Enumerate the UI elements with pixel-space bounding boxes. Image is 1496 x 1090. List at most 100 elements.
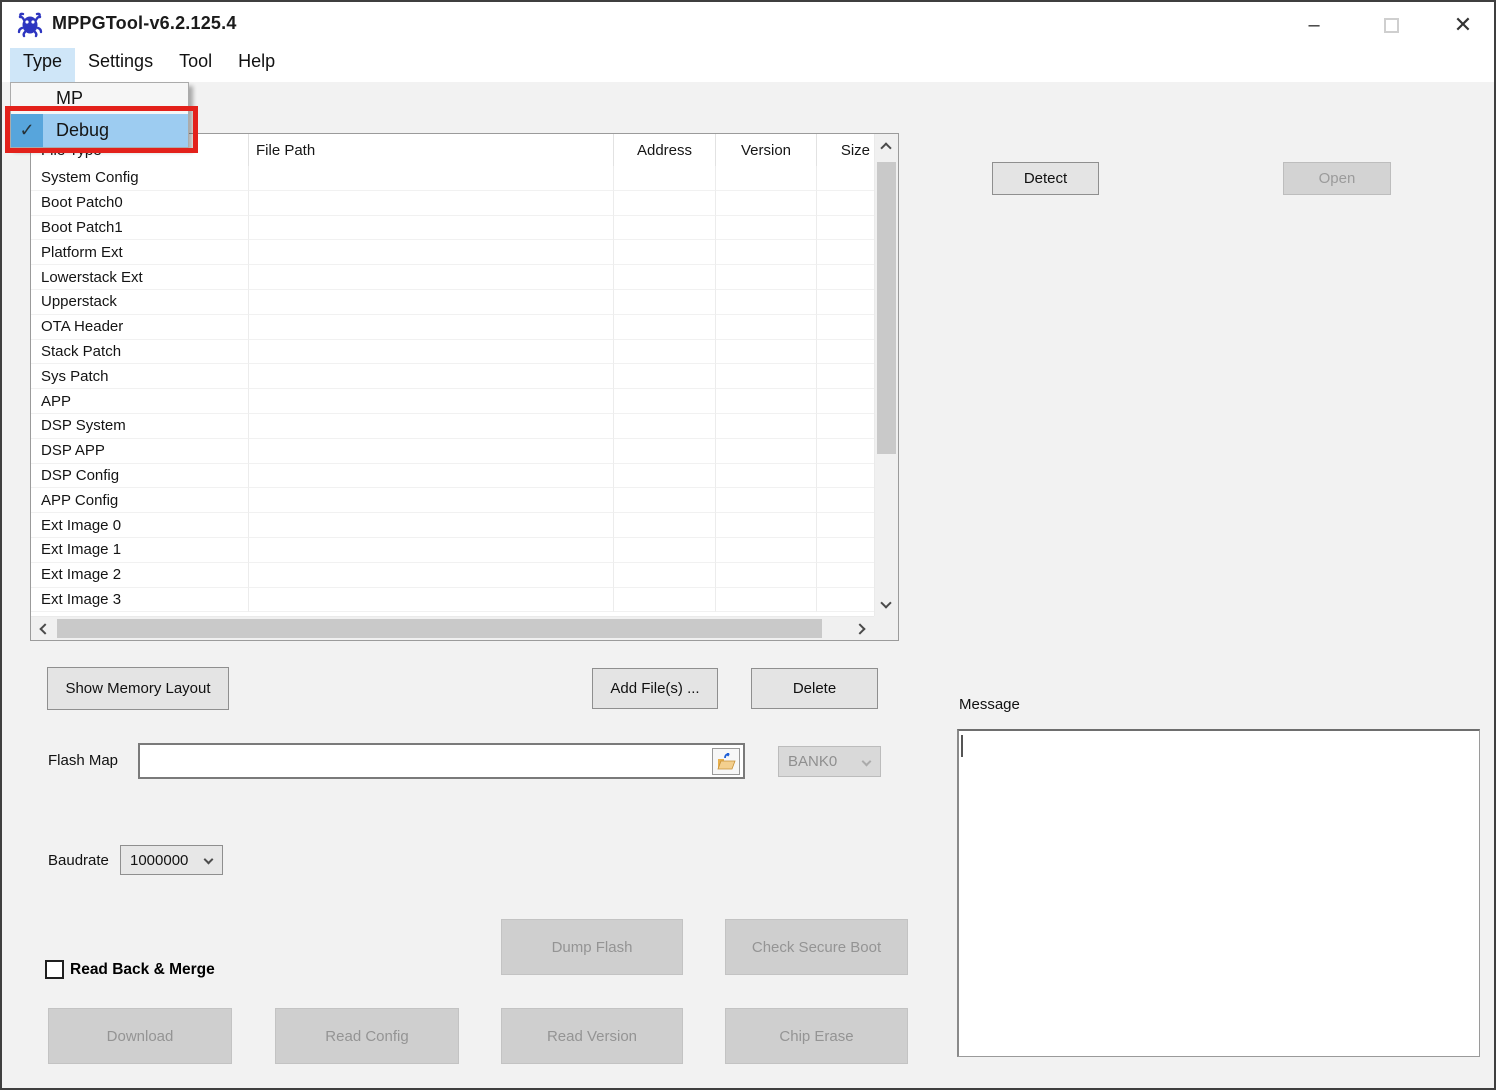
empty-cell: [716, 265, 817, 290]
menu-item-mp[interactable]: MP: [11, 83, 188, 114]
file-type-cell: APP Config: [31, 488, 249, 513]
empty-cell: [716, 290, 817, 315]
table-row[interactable]: DSP Config: [31, 464, 874, 489]
table-row[interactable]: APP: [31, 389, 874, 414]
table-row[interactable]: Ext Image 3: [31, 588, 874, 613]
table-row[interactable]: Ext Image 0: [31, 513, 874, 538]
column-header: File Path: [249, 134, 614, 166]
empty-cell: [614, 191, 716, 216]
empty-cell: [716, 240, 817, 265]
file-type-cell: Ext Image 0: [31, 513, 249, 538]
empty-cell: [249, 439, 614, 464]
baudrate-label: Baudrate: [48, 852, 109, 869]
empty-cell: [249, 488, 614, 513]
scroll-down-icon[interactable]: [874, 592, 898, 616]
horizontal-scroll-thumb[interactable]: [57, 619, 822, 638]
vertical-scrollbar[interactable]: [874, 134, 898, 616]
chevron-down-icon: [204, 855, 214, 865]
empty-cell: [614, 364, 716, 389]
message-textarea[interactable]: [957, 729, 1480, 1057]
file-table: File TypeFile PathAddressVersionSize Sys…: [30, 133, 899, 641]
empty-cell: [614, 389, 716, 414]
table-row[interactable]: DSP APP: [31, 439, 874, 464]
baudrate-select[interactable]: 1000000: [120, 845, 223, 875]
delete-button[interactable]: Delete: [751, 668, 878, 709]
minimize-icon[interactable]: –: [1299, 10, 1329, 40]
file-type-cell: Sys Patch: [31, 364, 249, 389]
table-row[interactable]: Lowerstack Ext: [31, 265, 874, 290]
table-row[interactable]: System Config: [31, 166, 874, 191]
scroll-right-icon[interactable]: [850, 617, 874, 641]
empty-cell: [614, 216, 716, 241]
empty-cell: [817, 414, 874, 439]
empty-cell: [716, 538, 817, 563]
maximize-icon[interactable]: [1376, 10, 1406, 40]
window-title: MPPGTool-v6.2.125.4: [52, 13, 237, 34]
browse-button[interactable]: [712, 748, 740, 775]
empty-cell: [249, 340, 614, 365]
download-button: Download: [48, 1008, 232, 1064]
table-row[interactable]: Boot Patch0: [31, 191, 874, 216]
add-files-button[interactable]: Add File(s) ...: [592, 668, 718, 709]
file-type-cell: Ext Image 1: [31, 538, 249, 563]
read-back-merge-option[interactable]: Read Back & Merge: [45, 960, 215, 979]
empty-cell: [716, 563, 817, 588]
vertical-scroll-thumb[interactable]: [877, 162, 896, 454]
table-row[interactable]: Sys Patch: [31, 364, 874, 389]
table-row[interactable]: APP Config: [31, 488, 874, 513]
file-type-cell: DSP Config: [31, 464, 249, 489]
detect-button[interactable]: Detect: [992, 162, 1099, 195]
table-row[interactable]: Upperstack: [31, 290, 874, 315]
empty-cell: [817, 290, 874, 315]
table-row[interactable]: Ext Image 2: [31, 563, 874, 588]
menu-item-debug[interactable]: ✓ Debug: [11, 114, 188, 147]
dump-flash-button: Dump Flash: [501, 919, 683, 975]
menu-tool[interactable]: Tool: [166, 48, 225, 82]
column-header: Size: [817, 134, 874, 166]
file-table-body: System ConfigBoot Patch0Boot Patch1Platf…: [31, 166, 874, 612]
empty-cell: [716, 315, 817, 340]
empty-cell: [716, 464, 817, 489]
flash-map-input[interactable]: [138, 743, 745, 779]
empty-cell: [716, 389, 817, 414]
menu-type[interactable]: Type: [10, 48, 75, 82]
table-row[interactable]: Platform Ext: [31, 240, 874, 265]
horizontal-scrollbar[interactable]: [31, 616, 874, 640]
empty-cell: [716, 513, 817, 538]
table-row[interactable]: Boot Patch1: [31, 216, 874, 241]
read-back-merge-checkbox[interactable]: [45, 960, 64, 979]
close-icon[interactable]: ✕: [1448, 10, 1478, 40]
show-memory-layout-button[interactable]: Show Memory Layout: [47, 667, 229, 710]
file-type-cell: Stack Patch: [31, 340, 249, 365]
empty-cell: [614, 563, 716, 588]
file-type-cell: Upperstack: [31, 290, 249, 315]
empty-cell: [817, 216, 874, 241]
menu-settings[interactable]: Settings: [75, 48, 166, 82]
empty-cell: [249, 290, 614, 315]
title-bar: MPPGTool-v6.2.125.4 – ✕: [2, 2, 1494, 48]
empty-cell: [614, 439, 716, 464]
menu-help[interactable]: Help: [225, 48, 288, 82]
bank-select: BANK0: [778, 746, 881, 777]
empty-cell: [817, 166, 874, 191]
empty-cell: [249, 563, 614, 588]
empty-cell: [614, 265, 716, 290]
empty-cell: [249, 216, 614, 241]
scroll-left-icon[interactable]: [31, 617, 55, 641]
table-row[interactable]: OTA Header: [31, 315, 874, 340]
scroll-up-icon[interactable]: [874, 134, 898, 158]
file-type-cell: Ext Image 3: [31, 588, 249, 613]
empty-cell: [716, 216, 817, 241]
table-row[interactable]: DSP System: [31, 414, 874, 439]
table-row[interactable]: Ext Image 1: [31, 538, 874, 563]
empty-cell: [614, 464, 716, 489]
empty-cell: [249, 166, 614, 191]
empty-cell: [614, 488, 716, 513]
empty-cell: [614, 588, 716, 613]
empty-cell: [614, 290, 716, 315]
empty-cell: [614, 240, 716, 265]
table-row[interactable]: Stack Patch: [31, 340, 874, 365]
empty-cell: [249, 389, 614, 414]
empty-cell: [249, 364, 614, 389]
column-header: Version: [716, 134, 817, 166]
